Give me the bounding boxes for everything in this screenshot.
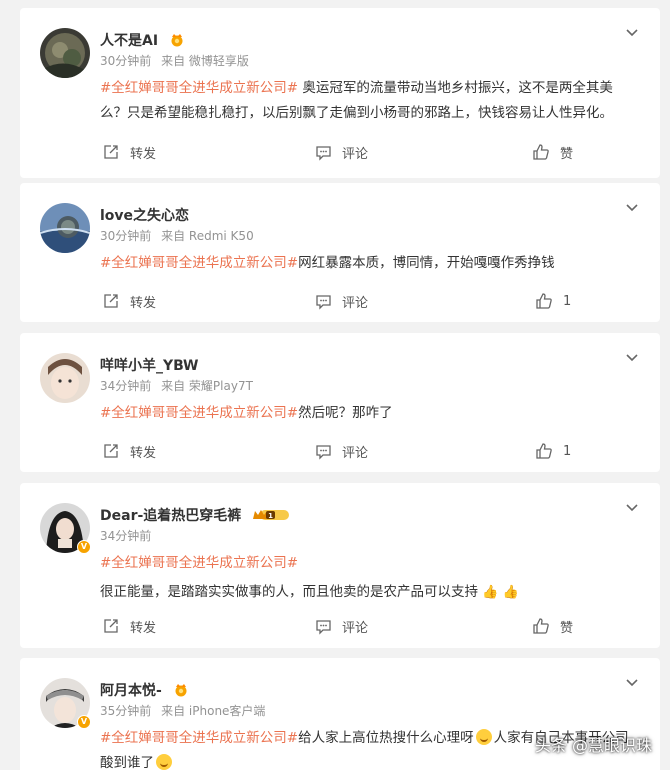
post-source: 来自 微博轻享版: [161, 54, 249, 68]
verified-badge-icon: V: [77, 715, 91, 729]
comment-label: 评论: [342, 445, 369, 461]
comment-label: 评论: [342, 295, 369, 311]
post-text: 给人家上高位热搜什么心理呀: [298, 730, 474, 746]
topic-link[interactable]: #全红婵哥哥全进华成立新公司#: [100, 255, 298, 271]
post-content: #全红婵哥哥全进华成立新公司# 奥运冠军的流量带动当地乡村振兴，这不是两全其美么…: [100, 76, 636, 126]
post-meta: 35分钟前 来自 iPhone客户端: [100, 702, 265, 719]
post-card: V Dear-追着热巴穿毛裤 1 34分钟前 #全红婵哥哥全进华成立新公司# 很…: [20, 483, 660, 648]
topic-link[interactable]: #全红婵哥哥全进华成立新公司#: [100, 730, 298, 746]
comment-icon: [316, 444, 331, 460]
comment-button[interactable]: 评论: [315, 289, 368, 313]
repost-icon: [104, 619, 118, 633]
repost-button[interactable]: 转发: [102, 140, 156, 164]
post-time[interactable]: 30分钟前: [100, 229, 151, 243]
topic-link[interactable]: #全红婵哥哥全进华成立新公司#: [100, 551, 636, 576]
grin-emoji-icon: [475, 729, 492, 745]
repost-icon: [104, 294, 118, 308]
post-text: 很正能量，是踏踏实实做事的人，而且他卖的是农产品可以支持: [100, 584, 478, 600]
chevron-down-icon[interactable]: [624, 499, 640, 515]
post-time[interactable]: 34分钟前: [100, 379, 151, 393]
verified-badge-icon: V: [77, 540, 91, 554]
comment-label: 评论: [342, 620, 369, 636]
comment-icon: [316, 294, 331, 310]
repost-label: 转发: [130, 146, 157, 162]
post-actions: 转发 评论 赞: [20, 140, 660, 164]
topic-link[interactable]: #全红婵哥哥全进华成立新公司#: [100, 80, 298, 96]
post-source: 来自 iPhone客户端: [161, 704, 266, 718]
repost-label: 转发: [130, 295, 157, 311]
comment-icon: [316, 619, 331, 635]
crown-flower-icon: [173, 683, 189, 701]
thumbs-up-icon: [533, 618, 549, 634]
like-button[interactable]: 赞: [532, 140, 573, 164]
chevron-down-icon[interactable]: [624, 199, 640, 215]
post-time[interactable]: 30分钟前: [100, 54, 151, 68]
level-1-crown-badge: 1: [252, 508, 290, 526]
username-text[interactable]: 咩咩小羊_YBW: [100, 358, 199, 374]
post-content: #全红婵哥哥全进华成立新公司#然后呢？那咋了: [100, 401, 636, 426]
crown-flower-icon: [169, 33, 185, 51]
avatar[interactable]: [40, 203, 90, 253]
username[interactable]: Dear-追着热巴穿毛裤 1: [100, 505, 290, 526]
username[interactable]: love之失心恋: [100, 205, 189, 225]
post-meta: 34分钟前: [100, 527, 151, 544]
username-text[interactable]: love之失心恋: [100, 208, 189, 224]
like-button[interactable]: 1: [535, 439, 571, 463]
post-text: 网红暴露本质，博同情，开始嘎嘎作秀挣钱: [298, 255, 555, 271]
repost-icon: [104, 145, 118, 159]
post-card: love之失心恋 30分钟前 来自 Redmi K50 #全红婵哥哥全进华成立新…: [20, 183, 660, 322]
like-button[interactable]: 1: [535, 289, 571, 313]
badge-level: 1: [268, 512, 273, 520]
avatar[interactable]: [40, 353, 90, 403]
repost-label: 转发: [130, 445, 157, 461]
post-meta: 30分钟前 来自 Redmi K50: [100, 227, 254, 244]
comment-button[interactable]: 评论: [315, 439, 368, 463]
post-meta: 34分钟前 来自 荣耀Play7T: [100, 377, 253, 394]
avatar[interactable]: [40, 28, 90, 78]
username-text[interactable]: 人不是AI: [100, 33, 158, 49]
post-actions: 转发 评论 赞: [20, 614, 660, 638]
username-text[interactable]: 阿月本悦-: [100, 683, 162, 699]
username[interactable]: 咩咩小羊_YBW: [100, 355, 199, 375]
post-text: 然后呢？那咋了: [298, 405, 393, 421]
grin-emoji-icon: [156, 754, 172, 770]
post-card: 人不是AI 30分钟前 来自 微博轻享版 #全红婵哥哥全进华成立新公司# 奥运冠…: [20, 8, 660, 178]
post-actions: 转发 评论 1: [20, 289, 660, 313]
like-count: 1: [563, 293, 572, 309]
like-label: 赞: [560, 620, 574, 636]
like-label: 赞: [560, 146, 574, 162]
repost-button[interactable]: 转发: [102, 289, 156, 313]
topic-link[interactable]: #全红婵哥哥全进华成立新公司#: [100, 405, 298, 421]
post-content: #全红婵哥哥全进华成立新公司#网红暴露本质，博同情，开始嘎嘎作秀挣钱: [100, 251, 636, 276]
comment-button[interactable]: 评论: [315, 614, 368, 638]
post-source: 来自 Redmi K50: [161, 229, 254, 243]
repost-icon: [104, 444, 118, 458]
post-card: 咩咩小羊_YBW 34分钟前 来自 荣耀Play7T #全红婵哥哥全进华成立新公…: [20, 333, 660, 472]
post-time[interactable]: 35分钟前: [100, 704, 151, 718]
username[interactable]: 人不是AI: [100, 30, 185, 51]
post-source: 来自 荣耀Play7T: [161, 379, 253, 393]
repost-button[interactable]: 转发: [102, 614, 156, 638]
post-actions: 转发 评论 1: [20, 439, 660, 463]
username-text[interactable]: Dear-追着热巴穿毛裤: [100, 508, 241, 524]
thumbs-up-icon: [536, 293, 552, 309]
watermark: 头条 @慧眼识珠: [534, 736, 652, 755]
repost-label: 转发: [130, 620, 157, 636]
comment-button[interactable]: 评论: [315, 140, 368, 164]
like-count: 1: [563, 443, 572, 459]
comment-icon: [316, 145, 331, 161]
username[interactable]: 阿月本悦-: [100, 680, 189, 701]
chevron-down-icon[interactable]: [624, 674, 640, 690]
thumbs-up-icon: [536, 443, 552, 459]
post-time[interactable]: 34分钟前: [100, 529, 151, 543]
thumbs-up-icon: [533, 144, 549, 160]
comment-label: 评论: [342, 146, 369, 162]
post-content: #全红婵哥哥全进华成立新公司# 很正能量，是踏踏实实做事的人，而且他卖的是农产品…: [100, 551, 636, 605]
like-button[interactable]: 赞: [532, 614, 573, 638]
chevron-down-icon[interactable]: [624, 24, 640, 40]
thumbs-up-emoji: 👍 👍: [482, 585, 519, 600]
chevron-down-icon[interactable]: [624, 349, 640, 365]
post-meta: 30分钟前 来自 微博轻享版: [100, 52, 249, 69]
repost-button[interactable]: 转发: [102, 439, 156, 463]
